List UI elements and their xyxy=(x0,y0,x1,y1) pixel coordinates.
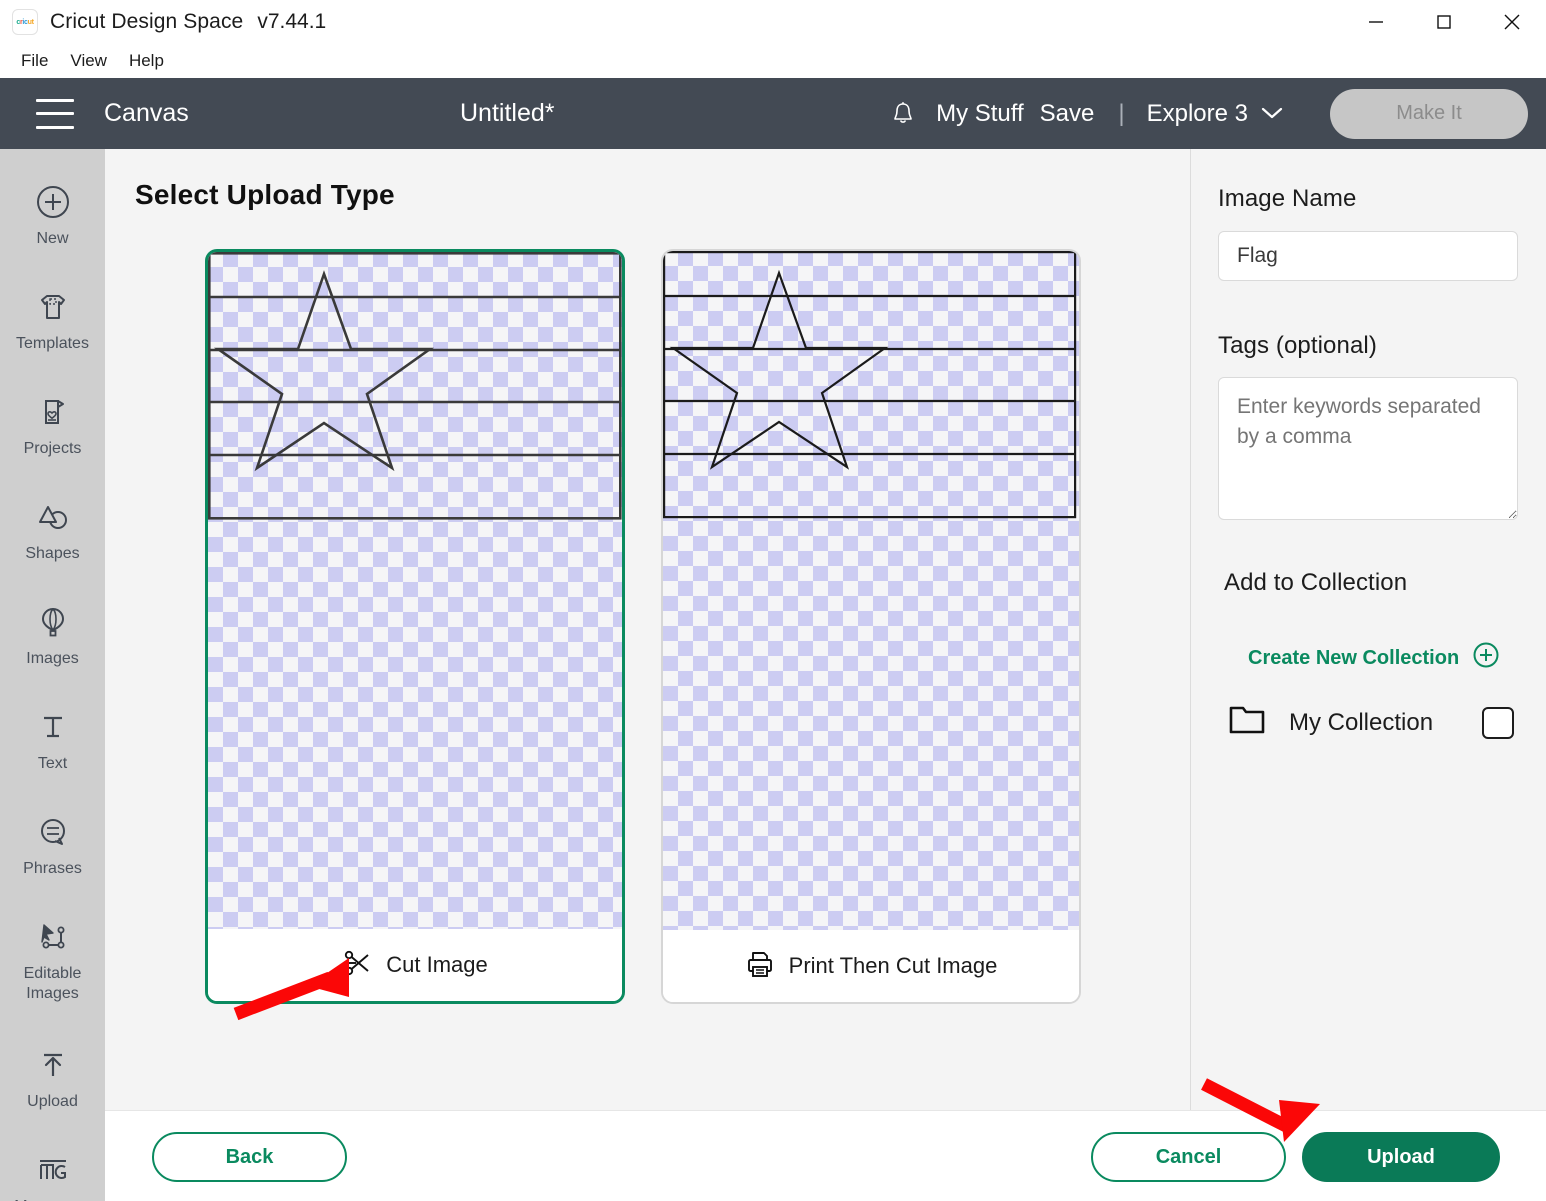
cricut-logo-icon: c r ic ut xyxy=(12,9,38,35)
folder-icon xyxy=(1229,704,1267,741)
add-to-collection-label: Add to Collection xyxy=(1224,569,1408,596)
flag-star-preview-image xyxy=(663,251,1079,519)
print-then-cut-label: Print Then Cut Image xyxy=(788,953,998,978)
upload-button[interactable]: Upload xyxy=(1302,1132,1500,1182)
sidebar-label: Images xyxy=(26,650,79,667)
sidebar-label: Shapes xyxy=(25,545,80,562)
sidebar-item-projects[interactable]: Projects xyxy=(0,377,105,482)
editable-nodes-icon xyxy=(33,916,73,958)
main-content: Select Upload Type Cut Image Print Then … xyxy=(105,149,1190,1110)
machine-selector[interactable]: Explore 3 xyxy=(1147,100,1284,128)
menu-item-file[interactable]: File xyxy=(10,49,59,73)
maximize-button[interactable] xyxy=(1410,0,1478,44)
image-details-panel: Image Name Tags (optional) Add to Collec… xyxy=(1190,149,1546,1110)
printer-icon xyxy=(745,949,775,984)
sidebar-label: Editable Images xyxy=(23,965,82,1003)
hamburger-menu-icon[interactable] xyxy=(36,98,74,129)
app-version: v7.44.1 xyxy=(257,10,327,33)
upload-type-card-list: Cut Image Print Then Cut Image xyxy=(205,249,1081,1004)
sidebar-item-shapes[interactable]: Shapes xyxy=(0,482,105,587)
tshirt-icon xyxy=(34,286,72,328)
print-then-cut-preview-checkerboard xyxy=(663,251,1079,933)
left-sidebar: New Templates Projects Shapes Images Tex… xyxy=(0,149,105,1201)
tags-label: Tags (optional) xyxy=(1218,332,1377,359)
sidebar-label: Phrases xyxy=(23,860,82,877)
minimize-button[interactable] xyxy=(1342,0,1410,44)
sidebar-item-editable-images[interactable]: Editable Images xyxy=(0,902,105,1030)
collection-name: My Collection xyxy=(1289,708,1434,736)
menu-item-help[interactable]: Help xyxy=(118,49,175,73)
machine-label: Explore 3 xyxy=(1146,99,1248,127)
app-title: Cricut Design Space xyxy=(50,10,244,33)
image-name-label: Image Name xyxy=(1218,185,1357,212)
sidebar-label: New xyxy=(36,230,69,247)
scissors-icon xyxy=(342,948,372,983)
plus-circle-icon xyxy=(1472,641,1500,675)
speech-bubble-icon xyxy=(34,811,72,853)
card-heart-icon xyxy=(34,391,72,433)
toolbar-separator: | xyxy=(1118,99,1125,127)
document-title: Untitled* xyxy=(460,99,555,127)
image-name-input[interactable] xyxy=(1218,231,1518,281)
sidebar-label: Upload xyxy=(27,1093,78,1110)
cut-image-footer[interactable]: Cut Image xyxy=(208,929,622,1001)
bell-icon[interactable] xyxy=(886,97,920,131)
cancel-button[interactable]: Cancel xyxy=(1091,1132,1286,1182)
chevron-down-icon xyxy=(1260,100,1284,128)
window-controls xyxy=(1342,0,1546,44)
upload-type-card-print-then-cut[interactable]: Print Then Cut Image xyxy=(661,249,1081,1004)
tags-input[interactable] xyxy=(1218,377,1518,520)
upload-arrow-icon xyxy=(34,1044,72,1086)
window-titlebar: c r ic ut Cricut Design Space v7.44.1 xyxy=(0,0,1546,44)
collection-checkbox[interactable] xyxy=(1482,706,1514,739)
dialog-footer: Back Cancel Upload xyxy=(105,1110,1546,1201)
save-button[interactable]: Save xyxy=(1040,100,1095,128)
sidebar-item-upload[interactable]: Upload xyxy=(0,1030,105,1135)
sidebar-item-monogram[interactable]: Monogram xyxy=(0,1135,105,1201)
text-t-icon xyxy=(34,706,72,748)
sidebar-label: Text xyxy=(37,755,68,772)
sidebar-item-templates[interactable]: Templates xyxy=(0,272,105,377)
canvas-label[interactable]: Canvas xyxy=(104,99,189,128)
flag-star-preview-image xyxy=(208,252,622,520)
sidebar-item-images[interactable]: Images xyxy=(0,587,105,692)
my-stuff-link[interactable]: My Stuff xyxy=(936,100,1024,128)
sidebar-label: Templates xyxy=(16,335,89,352)
app-toolbar: Canvas Untitled* My Stuff Save | Explore… xyxy=(0,78,1546,149)
upload-type-card-cut-image[interactable]: Cut Image xyxy=(205,249,625,1004)
cut-image-preview-checkerboard xyxy=(208,252,622,936)
page-title: Select Upload Type xyxy=(135,179,395,210)
hot-air-balloon-icon xyxy=(34,601,72,643)
menu-bar: File View Help xyxy=(0,44,1546,78)
close-button[interactable] xyxy=(1478,0,1546,44)
sidebar-item-text[interactable]: Text xyxy=(0,692,105,797)
plus-circle-icon xyxy=(34,181,72,223)
sidebar-item-new[interactable]: New xyxy=(0,167,105,272)
back-button[interactable]: Back xyxy=(152,1132,347,1182)
sidebar-label: Projects xyxy=(23,440,82,457)
cut-image-label: Cut Image xyxy=(386,952,488,977)
shapes-icon xyxy=(33,496,73,538)
print-then-cut-footer[interactable]: Print Then Cut Image xyxy=(663,930,1079,1002)
sidebar-label: Monogram xyxy=(14,1197,90,1201)
make-it-button[interactable]: Make It xyxy=(1330,88,1528,139)
monogram-mg-icon xyxy=(31,1149,75,1191)
create-new-collection-button[interactable]: Create New Collection xyxy=(1248,641,1500,675)
collection-row-my-collection[interactable]: My Collection xyxy=(1229,704,1514,741)
create-new-collection-label: Create New Collection xyxy=(1248,646,1460,669)
menu-item-view[interactable]: View xyxy=(59,49,118,73)
sidebar-item-phrases[interactable]: Phrases xyxy=(0,797,105,902)
